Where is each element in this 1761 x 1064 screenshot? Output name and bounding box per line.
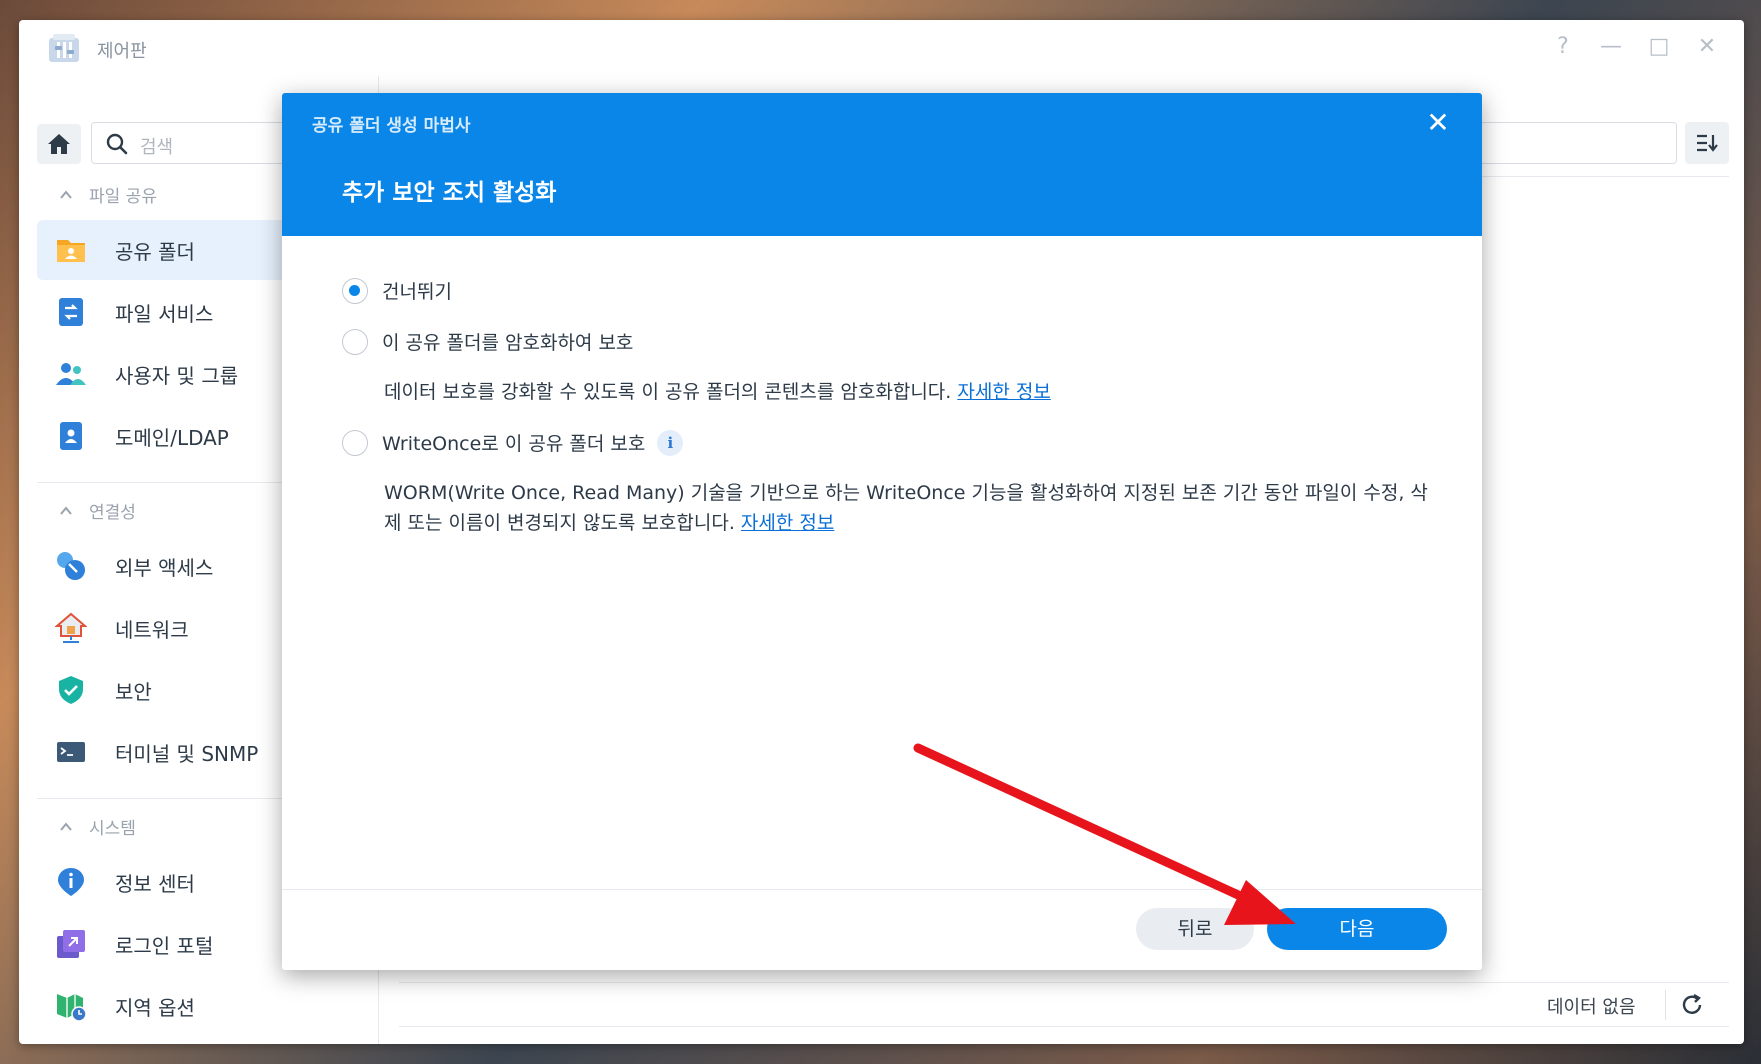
option-description: 데이터 보호를 강화할 수 있도록 이 공유 폴더의 콘텐츠를 암호화합니다. …: [384, 377, 1434, 407]
create-shared-folder-wizard: 공유 폴더 생성 마법사 추가 보안 조치 활성화 ✕ 건너뛰기 이 공유 폴더…: [282, 93, 1482, 970]
divider: [399, 982, 1729, 983]
control-panel-icon: [49, 34, 79, 62]
dialog-subtitle: 공유 폴더 생성 마법사: [312, 116, 471, 136]
section-system[interactable]: 시스템: [59, 814, 136, 839]
back-button[interactable]: 뒤로: [1136, 908, 1254, 950]
section-label: 파일 공유: [89, 187, 157, 207]
sort-button[interactable]: [1685, 122, 1729, 164]
radio-writeonce[interactable]: [342, 429, 368, 456]
chevron-up-icon: [60, 189, 72, 199]
sidebar-item-label: 도메인/LDAP: [115, 425, 229, 450]
option-writeonce[interactable]: WriteOnce로 이 공유 폴더 보호 i: [342, 429, 684, 456]
login-portal-icon: [57, 930, 85, 958]
dialog-close-button[interactable]: ✕: [1422, 107, 1454, 139]
minimize-button[interactable]: —: [1598, 34, 1624, 60]
sidebar-item-label: 사용자 및 그룹: [115, 363, 239, 388]
chevron-up-icon: [60, 821, 72, 831]
maximize-button[interactable]: □: [1646, 34, 1672, 60]
regional-options-icon: [57, 994, 87, 1022]
search-icon: [106, 133, 128, 155]
external-access-icon: [57, 552, 85, 580]
sidebar-item-label: 터미널 및 SNMP: [115, 741, 259, 766]
terminal-icon: [57, 742, 85, 762]
sidebar-item-regional-options[interactable]: 지역 옵션: [37, 976, 377, 1036]
sidebar-item-label: 로그인 포털: [115, 933, 214, 958]
network-icon: [55, 612, 87, 643]
info-icon[interactable]: i: [657, 429, 684, 456]
shared-folder-icon: [57, 240, 85, 262]
sort-icon: [1697, 134, 1718, 152]
home-icon: [48, 134, 70, 154]
section-file-sharing[interactable]: 파일 공유: [59, 182, 157, 207]
sidebar-item-label: 정보 센터: [115, 871, 195, 896]
file-services-icon: [59, 298, 83, 326]
option-label: 이 공유 폴더를 암호화하여 보호: [382, 332, 634, 354]
section-label: 시스템: [89, 819, 136, 839]
option-description: WORM(Write Once, Read Many) 기술을 기반으로 하는 …: [384, 478, 1434, 538]
dialog-header: 공유 폴더 생성 마법사 추가 보안 조치 활성화 ✕: [282, 93, 1482, 236]
users-icon: [56, 363, 86, 385]
radio-encrypt[interactable]: [342, 328, 368, 355]
next-button[interactable]: 다음: [1267, 908, 1447, 950]
sidebar-item-label: 파일 서비스: [115, 301, 214, 326]
home-button[interactable]: [37, 124, 81, 164]
sidebar-item-label: 지역 옵션: [115, 995, 195, 1020]
section-connectivity[interactable]: 연결성: [59, 498, 136, 523]
option-encrypt[interactable]: 이 공유 폴더를 암호화하여 보호: [342, 328, 633, 355]
description-text: 데이터 보호를 강화할 수 있도록 이 공유 폴더의 콘텐츠를 암호화합니다.: [384, 381, 958, 403]
divider: [1665, 990, 1666, 1020]
title-bar[interactable]: 제어판 ? — □ ✕: [19, 20, 1744, 76]
option-label: 건너뛰기: [382, 281, 452, 303]
option-skip[interactable]: 건너뛰기: [342, 277, 452, 304]
search-input[interactable]: 검색: [140, 133, 173, 159]
radio-skip[interactable]: [342, 277, 368, 304]
sidebar-item-label: 보안: [115, 679, 152, 704]
learn-more-link[interactable]: 자세한 정보: [741, 512, 834, 534]
sidebar-item-label: 네트워크: [115, 617, 189, 642]
domain-icon: [60, 422, 82, 450]
window-title: 제어판: [97, 41, 147, 62]
refresh-icon[interactable]: [1679, 992, 1705, 1018]
close-window-button[interactable]: ✕: [1694, 34, 1720, 60]
option-label: WriteOnce로 이 공유 폴더 보호: [382, 433, 646, 455]
description-text: WORM(Write Once, Read Many) 기술을 기반으로 하는 …: [384, 482, 1428, 534]
info-center-icon: [58, 868, 84, 896]
divider: [399, 1026, 1729, 1027]
help-button[interactable]: ?: [1550, 34, 1576, 60]
section-label: 연결성: [89, 503, 136, 523]
divider: [282, 889, 1482, 890]
sidebar-item-label: 외부 액세스: [115, 555, 214, 580]
sidebar-item-label: 공유 폴더: [115, 239, 195, 264]
dialog-title: 추가 보안 조치 활성화: [342, 180, 557, 206]
chevron-up-icon: [60, 505, 72, 515]
no-data-label: 데이터 없음: [1547, 997, 1636, 1018]
learn-more-link[interactable]: 자세한 정보: [957, 381, 1050, 403]
security-shield-icon: [59, 676, 83, 704]
